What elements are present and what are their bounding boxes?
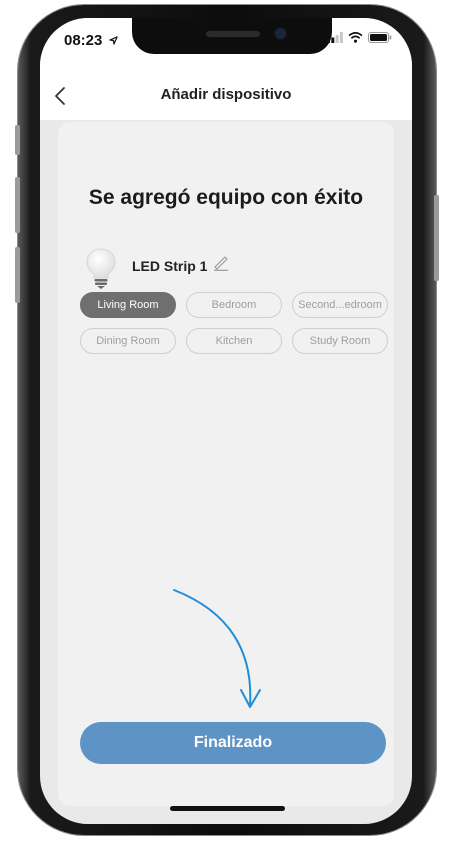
volume-down-button: [15, 247, 20, 303]
status-icons: [327, 32, 392, 43]
room-chip[interactable]: Study Room: [292, 328, 388, 354]
annotation-arrow: [173, 589, 261, 708]
nav-bar: Añadir dispositivo: [40, 64, 412, 120]
battery-icon: [368, 32, 392, 43]
room-chip[interactable]: Second...edroom: [292, 292, 388, 318]
location-arrow-icon: [108, 36, 118, 45]
volume-up-button: [15, 177, 20, 233]
speaker-grille: [206, 31, 260, 37]
notch: [132, 18, 332, 54]
status-time: 08:23: [64, 32, 118, 49]
status-time-text: 08:23: [64, 32, 103, 49]
page-title: Añadir dispositivo: [160, 86, 292, 103]
success-card: Se agregó equipo con éxito LED Strip 1 L…: [58, 122, 394, 806]
pencil-icon[interactable]: [212, 255, 230, 271]
room-chip[interactable]: Living Room: [80, 292, 176, 318]
signal-icon: [327, 32, 343, 43]
light-bulb-icon: [86, 248, 116, 289]
home-indicator[interactable]: [170, 806, 285, 811]
phone-screen: 08:23 Añadir dispositivo Se agregó equip…: [40, 18, 412, 824]
room-chip[interactable]: Dining Room: [80, 328, 176, 354]
wifi-icon: [348, 32, 363, 43]
done-button[interactable]: Finalizado: [80, 722, 386, 764]
status-bar: 08:23: [40, 18, 412, 64]
mute-switch: [15, 125, 20, 155]
room-chip[interactable]: Bedroom: [186, 292, 282, 318]
room-chip[interactable]: Kitchen: [186, 328, 282, 354]
success-headline: Se agregó equipo con éxito: [88, 186, 364, 209]
front-camera: [275, 28, 286, 39]
device-name: LED Strip 1: [132, 258, 208, 274]
power-button: [434, 195, 439, 281]
